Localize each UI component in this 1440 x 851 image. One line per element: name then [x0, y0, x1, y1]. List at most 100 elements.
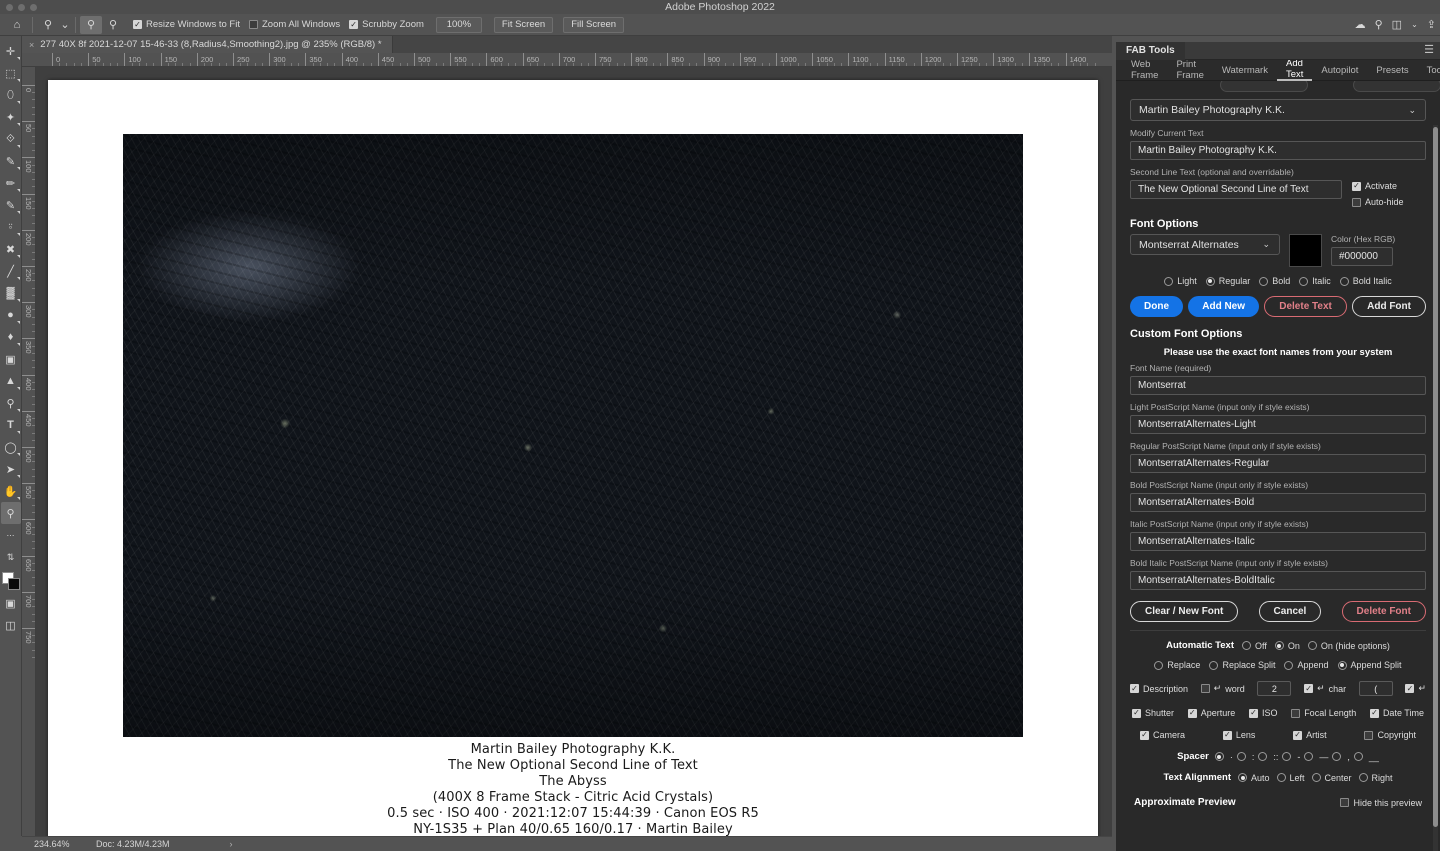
fit-screen-button[interactable]: Fit Screen: [493, 16, 554, 33]
spacer-option-comma[interactable]: ,: [1347, 752, 1363, 762]
zoom-value-field[interactable]: 100%: [435, 16, 482, 33]
status-menu-arrow-icon[interactable]: ›: [230, 839, 233, 849]
shutter-checkbox[interactable]: ✓ Shutter: [1132, 708, 1174, 718]
blur-tool[interactable]: ▓: [1, 282, 21, 304]
lasso-tool[interactable]: ⬯: [1, 84, 21, 106]
home-icon[interactable]: ⌂: [6, 16, 28, 34]
light-ps-input[interactable]: MontserratAlternates-Light: [1130, 415, 1426, 434]
quick-mask-icon[interactable]: ▣: [1, 592, 21, 614]
pen-tool[interactable]: ♦: [1, 326, 21, 348]
quick-selection-tool[interactable]: ✦: [1, 106, 21, 128]
alignment-center-radio[interactable]: Center: [1311, 773, 1352, 783]
alignment-right-radio[interactable]: Right: [1358, 773, 1393, 783]
return-checkbox[interactable]: ✓ ↵: [1405, 683, 1426, 694]
auto-text-on-radio[interactable]: On: [1274, 641, 1300, 651]
chevron-down-icon[interactable]: ⌄: [59, 16, 71, 34]
copyright-checkbox[interactable]: Copyright: [1364, 730, 1416, 740]
scrubby-zoom-checkbox[interactable]: ✓ Scrubby Zoom: [349, 19, 424, 30]
search-icon[interactable]: ⚲: [1375, 18, 1383, 31]
modify-text-input[interactable]: Martin Bailey Photography K.K.: [1130, 141, 1426, 160]
eyedropper-tool[interactable]: ✎: [1, 150, 21, 172]
crop-tool[interactable]: ⟐: [1, 128, 21, 150]
done-button[interactable]: Done: [1130, 296, 1183, 317]
shape-picker-icon[interactable]: ▣: [1, 348, 21, 370]
clear-new-font-button[interactable]: Clear / New Font: [1130, 601, 1239, 622]
brush-tool[interactable]: ✎: [1, 194, 21, 216]
tab-add-text[interactable]: Add Text: [1276, 58, 1313, 81]
append-radio[interactable]: Append: [1284, 660, 1329, 670]
zoom-all-windows-checkbox[interactable]: Zoom All Windows: [248, 19, 340, 30]
zoom-in-icon[interactable]: ⚲: [80, 15, 102, 34]
zoom-icon[interactable]: ⚲: [37, 16, 59, 34]
word-checkbox[interactable]: ↵ word: [1200, 683, 1245, 694]
dodge-tool[interactable]: ●: [1, 304, 21, 326]
gradient-tool[interactable]: ╱: [1, 260, 21, 282]
panel-scrollbar-thumb[interactable]: [1433, 127, 1438, 827]
spacer-option-underscore[interactable]: __: [1369, 752, 1379, 762]
cloud-upload-icon[interactable]: ☁: [1355, 18, 1366, 31]
path-select-tool[interactable]: ➤: [1, 458, 21, 480]
move-tool[interactable]: ✛: [1, 40, 21, 62]
camera-checkbox[interactable]: ✓ Camera: [1140, 730, 1185, 740]
text-preset-select[interactable]: Martin Bailey Photography K.K. ⌄: [1130, 99, 1426, 121]
zoom-level-status[interactable]: 234.64%: [34, 839, 96, 849]
description-checkbox[interactable]: ✓ Description: [1130, 684, 1188, 694]
tab-presets[interactable]: Presets: [1367, 60, 1417, 81]
replace-split-radio[interactable]: Replace Split: [1209, 660, 1275, 670]
screen-mode-icon[interactable]: ◫: [1, 614, 21, 636]
background-color-swatch[interactable]: [7, 578, 20, 590]
spacer-option-double-colon[interactable]: ::: [1273, 752, 1292, 762]
weight-regular-radio[interactable]: Regular: [1205, 276, 1250, 286]
fill-screen-button[interactable]: Fill Screen: [563, 16, 625, 33]
add-new-button[interactable]: Add New: [1188, 296, 1260, 317]
artist-checkbox[interactable]: ✓ Artist: [1293, 730, 1327, 740]
italic-ps-input[interactable]: MontserratAlternates-Italic: [1130, 532, 1426, 551]
spacer-option-colon[interactable]: :: [1252, 752, 1268, 762]
spacer-option-middot[interactable]: ·: [1230, 752, 1246, 762]
char-checkbox[interactable]: ✓ ↵ char: [1304, 683, 1346, 694]
dodge-burn-tool[interactable]: ▲: [1, 370, 21, 392]
canvas-area[interactable]: Martin Bailey Photography K.K. The New O…: [36, 67, 1112, 836]
weight-bold-radio[interactable]: Bold: [1259, 276, 1290, 286]
resize-windows-checkbox[interactable]: ✓ Resize Windows to Fit: [133, 19, 240, 30]
hand-tool[interactable]: ✋: [1, 480, 21, 502]
marquee-tool[interactable]: ⬚: [1, 62, 21, 84]
color-hex-input[interactable]: #000000: [1331, 247, 1393, 266]
focal-length-checkbox[interactable]: Focal Length: [1291, 708, 1356, 718]
color-swatches[interactable]: [1, 570, 21, 592]
edit-toolbar-button[interactable]: ⋯: [1, 524, 21, 546]
regular-ps-input[interactable]: MontserratAlternates-Regular: [1130, 454, 1426, 473]
font-name-input[interactable]: Montserrat: [1130, 376, 1426, 395]
spacer-option-emdash[interactable]: —: [1319, 752, 1342, 762]
type-tool[interactable]: T: [1, 414, 21, 436]
word-count-input[interactable]: 2: [1257, 681, 1292, 696]
tab-tools[interactable]: Tools: [1418, 60, 1440, 81]
auto-text-off-radio[interactable]: Off: [1242, 641, 1267, 651]
auto-text-on-hide-radio[interactable]: On (hide options): [1307, 641, 1390, 651]
bold-ps-input[interactable]: MontserratAlternates-Bold: [1130, 493, 1426, 512]
font-color-swatch[interactable]: [1289, 234, 1322, 267]
date-time-checkbox[interactable]: ✓ Date Time: [1369, 708, 1424, 718]
tab-watermark[interactable]: Watermark: [1213, 60, 1277, 81]
zoom-out-icon[interactable]: ⚲: [102, 16, 124, 34]
append-split-radio[interactable]: Append Split: [1337, 660, 1402, 670]
clone-stamp-tool[interactable]: ⍤: [1, 216, 21, 238]
hidden-button-a[interactable]: [1220, 81, 1308, 92]
panel-tab-fab-tools[interactable]: FAB Tools: [1116, 41, 1185, 60]
document-tab[interactable]: × 277 40X 8f 2021-12-07 15-46-33 (8,Radi…: [22, 36, 393, 53]
weight-italic-radio[interactable]: Italic: [1299, 276, 1331, 286]
aperture-checkbox[interactable]: ✓ Aperture: [1187, 708, 1235, 718]
pen-path-tool[interactable]: ⚲: [1, 392, 21, 414]
eraser-tool[interactable]: ✖: [1, 238, 21, 260]
add-font-button[interactable]: Add Font: [1352, 296, 1426, 317]
delete-text-button[interactable]: Delete Text: [1264, 296, 1347, 317]
cancel-button[interactable]: Cancel: [1258, 601, 1322, 622]
swap-colors-icon[interactable]: ⇅: [1, 546, 21, 568]
alignment-left-radio[interactable]: Left: [1276, 773, 1305, 783]
spacer-option-none[interactable]: [1214, 752, 1224, 761]
share-icon[interactable]: ⇪: [1427, 18, 1436, 31]
close-icon[interactable]: ×: [29, 40, 34, 50]
spot-healing-tool[interactable]: ✏: [1, 172, 21, 194]
panel-menu-icon[interactable]: ☰: [1424, 45, 1434, 56]
font-family-select[interactable]: Montserrat Alternates ⌄: [1130, 234, 1280, 255]
